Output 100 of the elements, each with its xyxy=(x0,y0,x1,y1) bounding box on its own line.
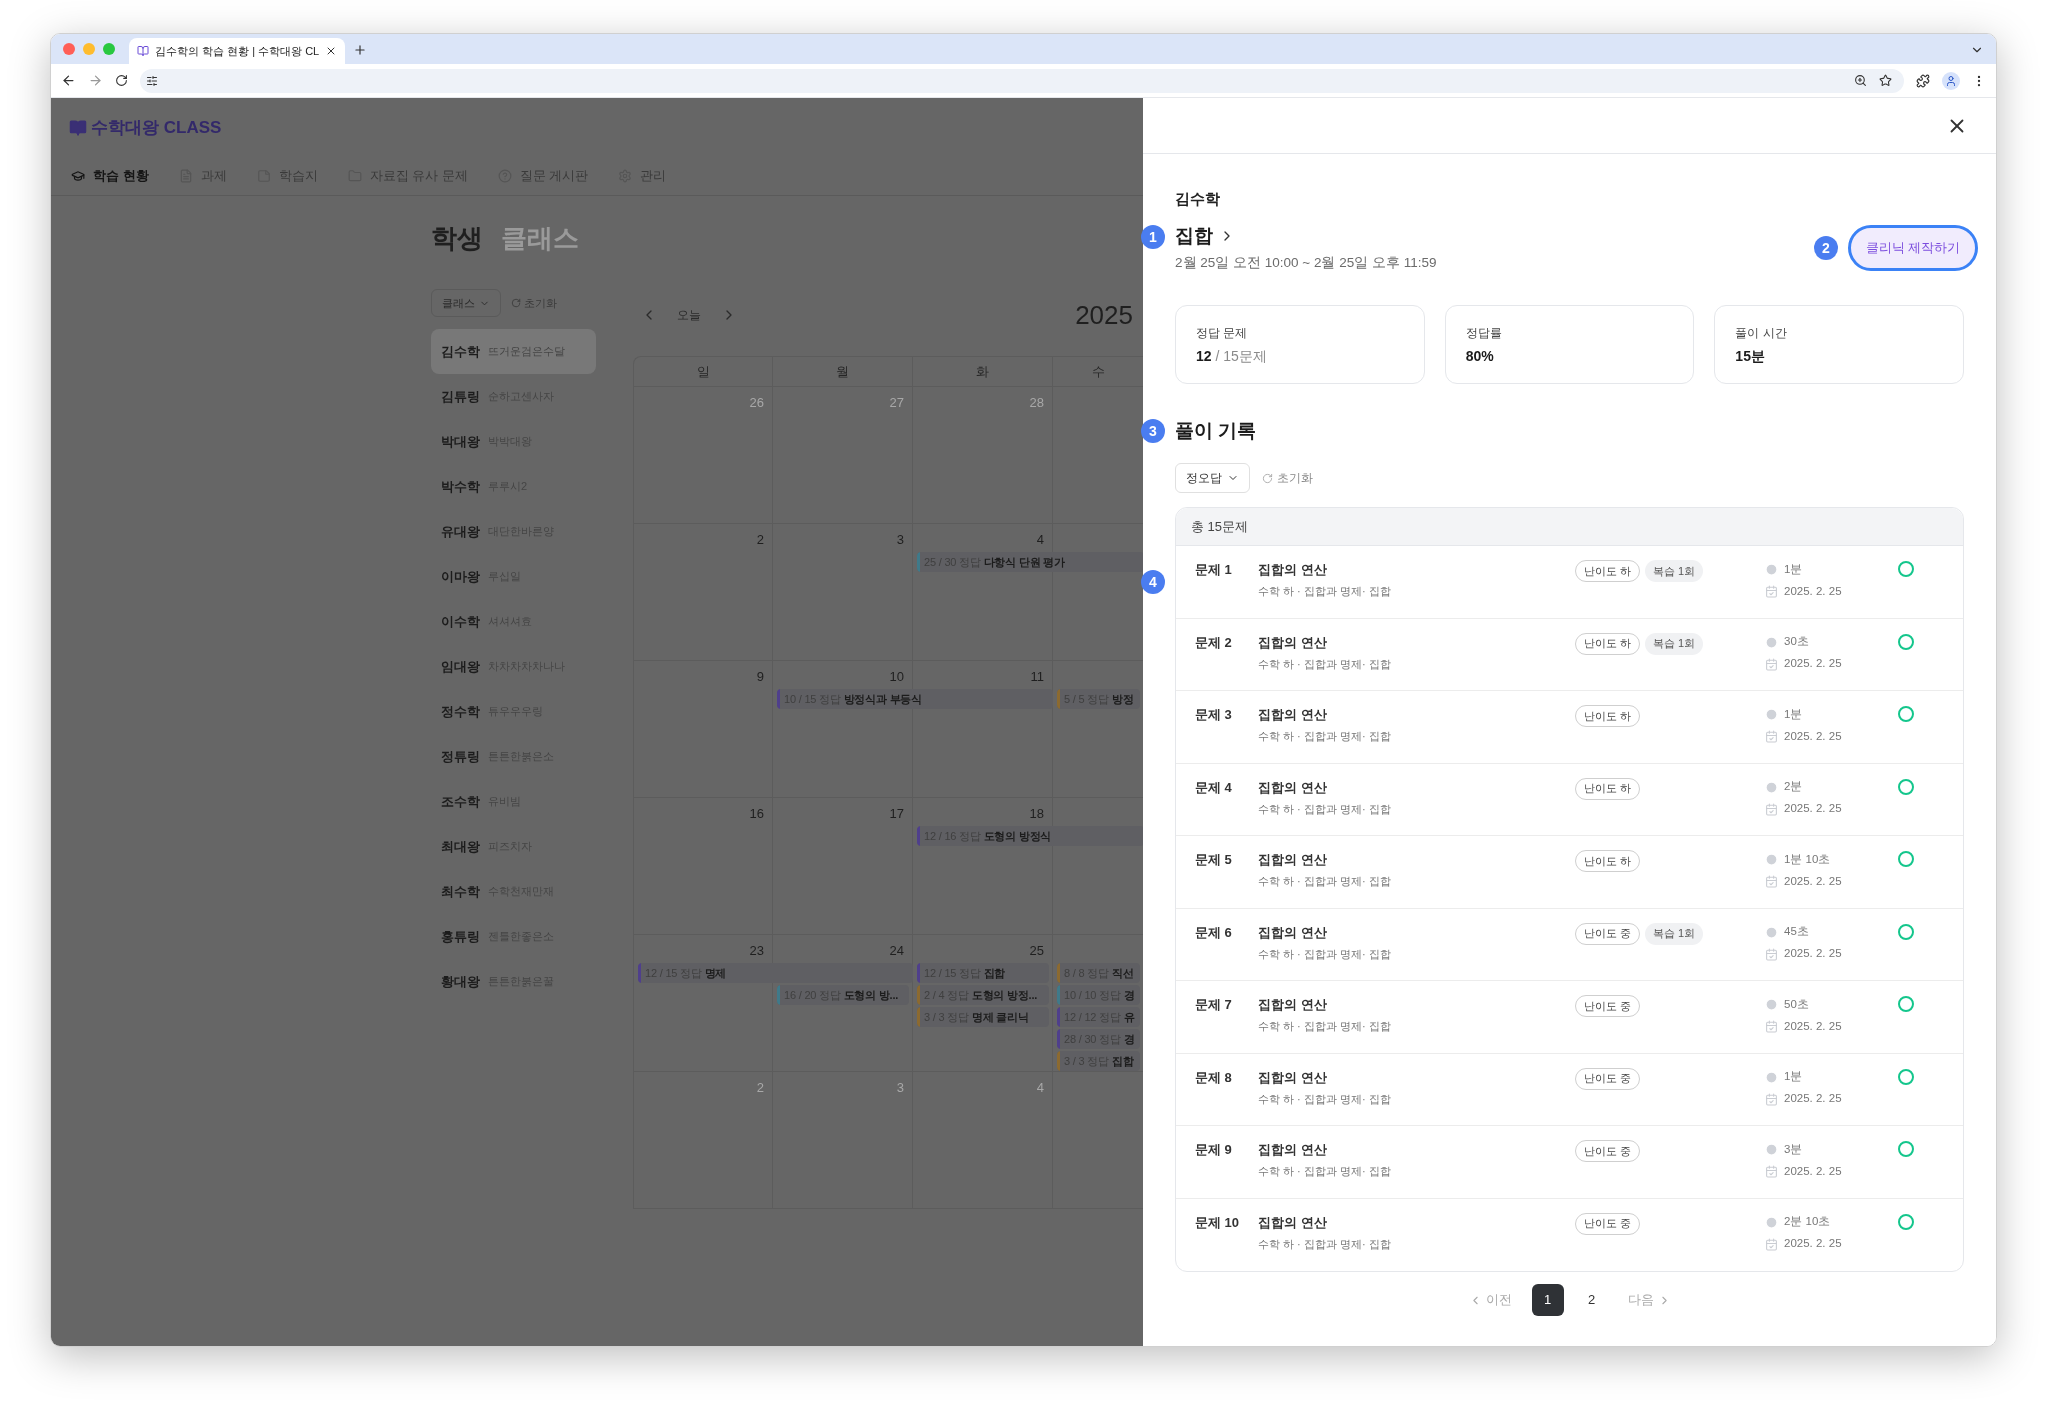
stat-label: 정답률 xyxy=(1465,325,1503,342)
refresh-icon xyxy=(511,298,521,308)
student-name: 황대왕 xyxy=(441,972,480,991)
problem-path: 수학 하 · 집합과 명제· 집합 xyxy=(1258,946,1392,962)
page-tab[interactable]: 학생 xyxy=(431,218,483,258)
book-logo-icon xyxy=(69,118,87,137)
section-title: 풀이 기록 xyxy=(1175,418,1257,443)
weekday-header: 화 xyxy=(913,357,1053,386)
stat-value: 80% xyxy=(1465,347,1495,366)
reset-button[interactable]: 초기화 xyxy=(1262,469,1313,487)
problem-row[interactable]: 문제 10 집합의 연산 수학 하 · 집합과 명제· 집합 난이도 중 2분 10초 2025. 2. 25 xyxy=(1176,1198,1963,1271)
review-tag: 복습 1회 xyxy=(1645,922,1704,945)
calendar-check-icon xyxy=(1765,875,1778,888)
problem-number: 문제 9 xyxy=(1195,1141,1233,1159)
extensions-icon[interactable] xyxy=(1916,73,1930,88)
problem-title: 집합의 연산 xyxy=(1258,706,1328,724)
problem-number: 문제 7 xyxy=(1195,996,1233,1014)
student-name: 최대왕 xyxy=(441,837,480,856)
result-filter-dropdown[interactable]: 정오답 xyxy=(1175,463,1250,493)
nav-item[interactable]: 학습 현황 xyxy=(71,166,149,186)
problem-title: 집합의 연산 xyxy=(1258,561,1328,579)
problem-row[interactable]: 문제 6 집합의 연산 수학 하 · 집합과 명제· 집합 난이도 중 복습 1회 45초 2025. 2. 25 xyxy=(1176,908,1963,981)
new-tab-icon[interactable] xyxy=(353,43,368,57)
student-name: 이마왕 xyxy=(441,567,480,586)
problem-path: 수학 하 · 집합과 명제· 집합 xyxy=(1258,1236,1392,1252)
graduation-cap-icon xyxy=(71,169,85,184)
page-button[interactable]: 2 xyxy=(1575,1284,1608,1316)
stat-label: 풀이 시간 xyxy=(1735,325,1788,342)
student-name: 조수학 xyxy=(441,792,480,811)
day-number: 2 xyxy=(756,531,764,548)
problem-number: 문제 3 xyxy=(1195,706,1233,724)
calendar-check-icon xyxy=(1765,1237,1778,1251)
problem-row[interactable]: 문제 9 집합의 연산 수학 하 · 집합과 명제· 집합 난이도 중 3분 2025. 2. 25 xyxy=(1176,1126,1963,1199)
browser-tab[interactable]: 김수학의 학습 현황 | 수학대왕 CL xyxy=(129,38,346,64)
book-icon xyxy=(137,45,149,57)
solve-date: 2025. 2. 25 xyxy=(1784,1091,1842,1107)
weekday-header: 월 xyxy=(773,357,913,386)
reload-icon[interactable] xyxy=(115,74,128,87)
problem-path: 수학 하 · 집합과 명제· 집합 xyxy=(1258,801,1392,817)
solve-date: 2025. 2. 25 xyxy=(1784,1163,1842,1179)
class-filter-dropdown[interactable]: 클래스 xyxy=(431,289,501,317)
back-icon[interactable] xyxy=(61,73,76,88)
test-period: 2월 25일 오전 10:00 ~ 2월 25일 오후 11:59 xyxy=(1175,254,1437,272)
close-window-icon xyxy=(63,43,75,55)
day-number: 10 xyxy=(889,668,904,685)
solve-date: 2025. 2. 25 xyxy=(1784,656,1842,672)
solve-time: 2분 xyxy=(1784,779,1803,795)
problem-row[interactable]: 문제 5 집합의 연산 수학 하 · 집합과 명제· 집합 난이도 하 1분 10초 2025. 2. 25 xyxy=(1176,836,1963,909)
step-marker: 1 xyxy=(1141,225,1165,249)
forward-icon[interactable] xyxy=(88,73,103,88)
stat-value: 15분 xyxy=(1735,347,1766,366)
calendar-check-icon xyxy=(1765,947,1778,961)
step-marker: 3 xyxy=(1141,419,1165,443)
clinic-button[interactable]: 클리닉 제작하기 xyxy=(1848,225,1978,271)
problem-title: 집합의 연산 xyxy=(1258,633,1328,652)
tab-title: 김수학의 학습 현황 | 수학대왕 CL xyxy=(155,43,320,59)
next-page-button[interactable]: 다음 xyxy=(1627,1290,1671,1310)
solve-date: 2025. 2. 25 xyxy=(1784,946,1842,962)
app-logo: 수학대왕 CLASS xyxy=(91,116,222,139)
minimize-window-icon xyxy=(83,43,95,55)
solve-time: 45초 xyxy=(1784,924,1809,940)
calendar-check-icon xyxy=(1765,1165,1778,1178)
student-name: 정튜링 xyxy=(441,747,480,766)
student-name: 최수학 xyxy=(441,882,480,901)
student-name: 임대왕 xyxy=(441,657,480,676)
problem-row[interactable]: 문제 1 집합의 연산 수학 하 · 집합과 명제· 집합 난이도 하 복습 1회 1분 2025. 2. 25 xyxy=(1176,546,1963,619)
problem-number: 문제 6 xyxy=(1195,923,1233,942)
problem-row[interactable]: 문제 4 집합의 연산 수학 하 · 집합과 명제· 집합 난이도 하 2분 2025. 2. 25 xyxy=(1176,763,1963,836)
test-title: 집합 xyxy=(1175,223,1213,248)
problem-path: 수학 하 · 집합과 명제· 집합 xyxy=(1258,656,1392,672)
solve-time: 1분 10초 xyxy=(1784,851,1831,867)
previous-page-button[interactable]: 이전 xyxy=(1468,1290,1512,1310)
problem-count: 총 15문제 xyxy=(1191,517,1249,536)
problem-title: 집합의 연산 xyxy=(1258,1213,1328,1232)
problem-row[interactable]: 문제 7 집합의 연산 수학 하 · 집합과 명제· 집합 난이도 중 50초 2025. 2. 25 xyxy=(1176,981,1963,1054)
day-number: 26 xyxy=(749,394,764,411)
solve-time: 1분 xyxy=(1784,706,1803,722)
today-button[interactable]: 오늘 xyxy=(677,306,701,324)
problem-title: 집합의 연산 xyxy=(1258,996,1328,1014)
stat-value: 12 / 15문제 xyxy=(1196,347,1268,366)
problem-row[interactable]: 문제 2 집합의 연산 수학 하 · 집합과 명제· 집합 난이도 하 복습 1회 30초 2025. 2. 25 xyxy=(1176,618,1963,691)
calendar-check-icon xyxy=(1765,585,1778,598)
page-button[interactable]: 1 xyxy=(1531,1284,1564,1316)
stat-label: 정답 문제 xyxy=(1196,325,1249,342)
student-name: 유대왕 xyxy=(441,522,480,541)
calendar-title: 2025 xyxy=(1075,298,1133,332)
zoom-icon[interactable] xyxy=(1854,74,1867,87)
problem-title: 집합의 연산 xyxy=(1258,1141,1328,1159)
calendar-check-icon xyxy=(1765,657,1778,671)
profile-icon[interactable] xyxy=(1942,71,1960,90)
problem-row[interactable]: 문제 3 집합의 연산 수학 하 · 집합과 명제· 집합 난이도 하 1분 2025. 2. 25 xyxy=(1176,691,1963,764)
problem-row[interactable]: 문제 8 집합의 연산 수학 하 · 집합과 명제· 집합 난이도 중 1분 2025. 2. 25 xyxy=(1176,1053,1963,1126)
student-name: 이수학 xyxy=(441,612,480,631)
refresh-icon xyxy=(1262,472,1273,484)
calendar-check-icon xyxy=(1765,802,1778,816)
solve-date: 2025. 2. 25 xyxy=(1784,801,1842,817)
bookmark-icon[interactable] xyxy=(1879,74,1892,87)
calendar-check-icon xyxy=(1765,1020,1778,1033)
day-number: 27 xyxy=(889,394,904,411)
site-settings-icon[interactable] xyxy=(146,74,158,87)
